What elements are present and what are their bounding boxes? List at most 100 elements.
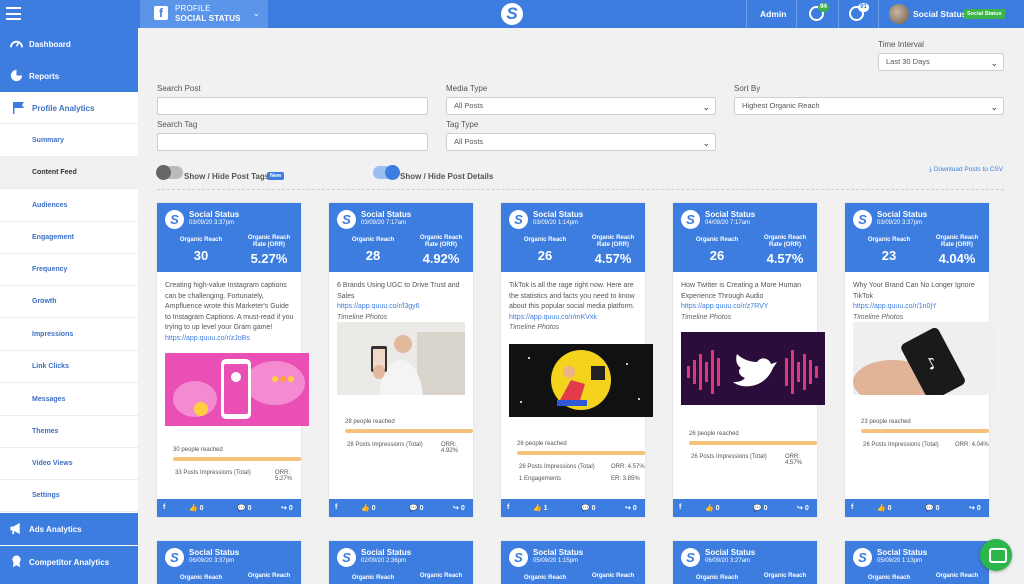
post-card[interactable]: S Social Status 02/09/20 2:36pm Organic … bbox=[329, 541, 473, 584]
sidebar-item-profile-analytics[interactable]: Profile Analytics bbox=[0, 92, 138, 124]
sidebar-sub-impressions[interactable]: Impressions bbox=[0, 319, 138, 351]
sidebar-sub-themes[interactable]: Themes bbox=[0, 416, 138, 448]
organic-reach-label: Organic Reach bbox=[695, 237, 739, 243]
post-date: 04/09/20 7:17am bbox=[705, 220, 751, 226]
sort-by-select[interactable]: Highest Organic Reach ⌄ bbox=[734, 97, 1004, 115]
post-card[interactable]: S Social Status 03/09/20 1:14pm Organic … bbox=[501, 203, 653, 517]
page-logo-icon: S bbox=[509, 210, 528, 229]
likes-count[interactable]: 👍 1 bbox=[533, 504, 548, 512]
facebook-icon[interactable]: f bbox=[679, 504, 681, 511]
orr-label: Organic Reach Rate (ORR) bbox=[935, 235, 979, 248]
search-post-input[interactable] bbox=[157, 97, 428, 115]
facebook-icon: f bbox=[154, 6, 168, 20]
shares-count[interactable]: ↪ 0 bbox=[453, 504, 465, 512]
organic-reach-label: Organic Reach bbox=[351, 237, 395, 243]
organic-reach-label: Organic Reach bbox=[695, 575, 739, 581]
post-page-name: Social Status bbox=[189, 548, 240, 557]
sidebar-sub-video-views[interactable]: Video Views bbox=[0, 448, 138, 480]
sidebar-sub-messages[interactable]: Messages bbox=[0, 384, 138, 416]
post-image bbox=[337, 322, 465, 395]
facebook-icon[interactable]: f bbox=[851, 504, 853, 511]
post-link[interactable]: https://app.quuu.co/r/l3gy6 bbox=[337, 303, 420, 310]
sidebar-item-competitor-analytics[interactable]: Competitor Analytics bbox=[0, 546, 138, 584]
media-type-label: Media Type bbox=[446, 84, 488, 93]
sidebar-sub-growth[interactable]: Growth bbox=[0, 286, 138, 318]
post-text: Why Your Brand Can No Longer Ignore TikT… bbox=[853, 281, 983, 323]
sidebar-sub-label: Summary bbox=[32, 137, 64, 144]
post-link[interactable]: https://app.quuu.co/r/mKVxk bbox=[509, 314, 597, 321]
sidebar-sub-frequency[interactable]: Frequency bbox=[0, 254, 138, 286]
impressions-total: 28 Posts Impressions (Total) bbox=[347, 442, 423, 448]
post-page-name: Social Status bbox=[705, 210, 756, 219]
admin-link[interactable]: Admin bbox=[760, 0, 786, 28]
post-link[interactable]: https://app.quuu.co/r/zJoBs bbox=[165, 335, 250, 342]
download-csv-link[interactable]: ⤓ Download Posts to CSV bbox=[929, 166, 1003, 174]
sidebar-sub-settings[interactable]: Settings bbox=[0, 480, 138, 512]
profile-switcher[interactable]: f PROFILE SOCIAL STATUS ⌄ bbox=[140, 0, 268, 28]
post-card[interactable]: S Social Status 05/09/20 1:15pm Organic … bbox=[501, 541, 645, 584]
post-details-toggle[interactable] bbox=[373, 165, 400, 180]
post-card[interactable]: S Social Status 06/09/20 3:27am Organic … bbox=[673, 541, 817, 584]
tag-type-select[interactable]: All Posts ⌄ bbox=[446, 133, 716, 151]
comments-count[interactable]: 💬 0 bbox=[237, 504, 252, 512]
shares-count[interactable]: ↪ 0 bbox=[797, 504, 809, 512]
shares-count[interactable]: ↪ 0 bbox=[625, 504, 637, 512]
sidebar-sub-label: Video Views bbox=[32, 460, 73, 467]
user-name[interactable]: Social Status bbox=[913, 0, 966, 28]
post-tags-toggle[interactable] bbox=[156, 165, 183, 180]
post-card[interactable]: S Social Status 04/09/20 7:17am Organic … bbox=[673, 203, 825, 517]
facebook-icon[interactable]: f bbox=[335, 504, 337, 511]
post-card[interactable]: S Social Status 03/09/20 7:17am Organic … bbox=[329, 203, 473, 517]
comments-count[interactable]: 💬 0 bbox=[581, 504, 596, 512]
time-interval-select[interactable]: Last 30 Days ⌄ bbox=[878, 53, 1004, 71]
divider bbox=[157, 189, 1004, 190]
post-link[interactable]: https://app.quuu.co/r/z7RVY bbox=[681, 303, 768, 310]
orr-small: ORR: 5.27% bbox=[275, 470, 293, 482]
sidebar-sub-summary[interactable]: Summary bbox=[0, 125, 138, 157]
post-card[interactable]: S Social Status 03/09/20 3:37pm Organic … bbox=[845, 203, 997, 517]
sidebar-sub-engagement[interactable]: Engagement bbox=[0, 222, 138, 254]
orr-label: Organic Reach bbox=[763, 573, 807, 579]
likes-count[interactable]: 👍 0 bbox=[877, 504, 892, 512]
sidebar-sub-label: Engagement bbox=[32, 234, 75, 241]
orr-value: 5.27% bbox=[250, 251, 288, 266]
search-tag-input[interactable] bbox=[157, 133, 428, 151]
media-type: Timeline Photos bbox=[681, 313, 732, 321]
media-type-select[interactable]: All Posts ⌄ bbox=[446, 97, 716, 115]
sidebar-sub-label: Messages bbox=[32, 396, 66, 403]
post-card[interactable]: S Social Status 05/09/20 1:13pm Organic … bbox=[845, 541, 989, 584]
post-message: How Twitter is Creating a More Human Exp… bbox=[681, 282, 802, 300]
comments-count[interactable]: 💬 0 bbox=[925, 504, 940, 512]
likes-count[interactable]: 👍 0 bbox=[705, 504, 720, 512]
sidebar-sub-content-feed[interactable]: Content Feed bbox=[0, 157, 138, 189]
app-logo-icon[interactable]: S bbox=[501, 3, 523, 25]
sidebar-sub-audiences[interactable]: Audiences bbox=[0, 190, 138, 222]
sidebar-item-dashboard[interactable]: Dashboard bbox=[0, 28, 138, 60]
hamburger-menu-icon[interactable] bbox=[6, 7, 21, 20]
page-logo-icon: S bbox=[853, 210, 872, 229]
shares-count[interactable]: ↪ 0 bbox=[969, 504, 981, 512]
toggle-knob bbox=[156, 165, 171, 180]
post-card-footer: f 👍 1 💬 0 ↪ 0 bbox=[501, 499, 645, 517]
avatar[interactable] bbox=[889, 4, 909, 24]
post-text: How Twitter is Creating a More Human Exp… bbox=[681, 281, 811, 323]
sidebar-sub-link-clicks[interactable]: Link Clicks bbox=[0, 351, 138, 383]
post-card[interactable]: S Social Status 06/09/20 3:37pm Organic … bbox=[157, 541, 301, 584]
likes-count[interactable]: 👍 0 bbox=[189, 504, 204, 512]
shares-count[interactable]: ↪ 0 bbox=[281, 504, 293, 512]
chevron-down-icon: ⌄ bbox=[702, 138, 710, 148]
sidebar-item-ads-analytics[interactable]: Ads Analytics bbox=[0, 513, 138, 545]
comments-count[interactable]: 💬 0 bbox=[753, 504, 768, 512]
impressions-total: 26 Posts Impressions (Total) bbox=[863, 442, 939, 448]
chat-icon[interactable] bbox=[980, 539, 1012, 571]
post-card[interactable]: S Social Status 03/09/20 3:37pm Organic … bbox=[157, 203, 309, 517]
comments-count[interactable]: 💬 0 bbox=[409, 504, 424, 512]
post-link[interactable]: https://app.quuu.co/r/1n0jY bbox=[853, 303, 937, 310]
facebook-icon[interactable]: f bbox=[507, 504, 509, 511]
new-badge: New bbox=[267, 172, 285, 180]
post-message: Why Your Brand Can No Longer Ignore TikT… bbox=[853, 282, 975, 300]
sidebar-item-reports[interactable]: Reports bbox=[0, 60, 138, 92]
orr-value: 4.57% bbox=[766, 251, 804, 266]
likes-count[interactable]: 👍 0 bbox=[361, 504, 376, 512]
facebook-icon[interactable]: f bbox=[163, 504, 165, 511]
